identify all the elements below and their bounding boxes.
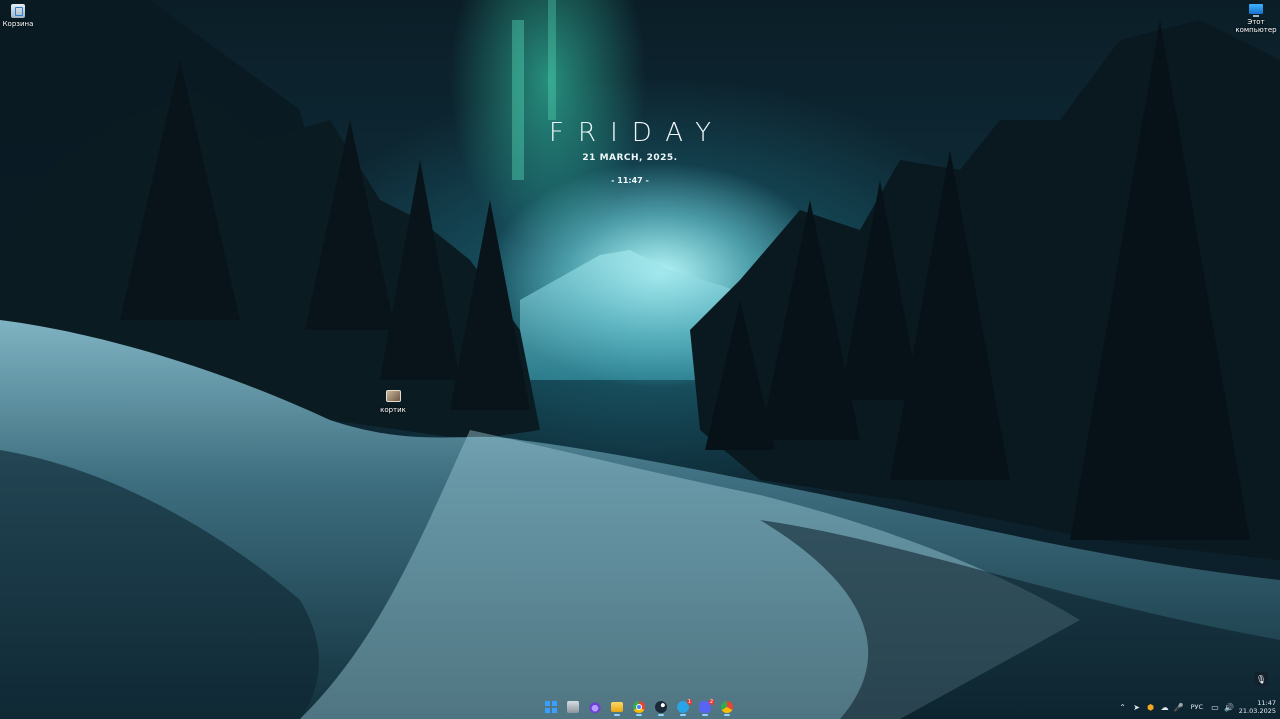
folder-icon — [611, 702, 623, 712]
tor-icon — [589, 701, 601, 713]
taskbar-tor-browser[interactable] — [585, 698, 605, 716]
task-view-icon — [567, 701, 579, 713]
tray-microphone[interactable]: 🎤 — [1172, 700, 1186, 714]
microphone-icon: 🎤 — [1173, 702, 1184, 712]
clock-widget: FRIDAY 21 MARCH, 2025. - 11:47 - — [470, 118, 790, 185]
image-file-icon — [385, 390, 401, 402]
system-tray: ⌃ ➤ ⬢ ☁ 🎤 РУС ▭ 🔊 11:47 21.03.2025 — [1116, 695, 1280, 719]
steam-icon — [655, 701, 667, 713]
desktop-icon-recycle-bin[interactable]: Корзина — [0, 4, 40, 28]
widget-date: 21 MARCH, 2025. — [582, 153, 678, 163]
tray-date: 21.03.2025 — [1238, 707, 1276, 715]
telegram-icon: ➤ — [1133, 702, 1140, 712]
desktop-icon-this-pc[interactable]: Этот компьютер — [1234, 4, 1278, 34]
notification-badge: 2 — [708, 699, 714, 705]
widget-day: FRIDAY — [549, 118, 725, 148]
tray-telegram[interactable]: ➤ — [1130, 700, 1144, 714]
windows-icon — [545, 701, 557, 713]
tray-time: 11:47 — [1257, 699, 1276, 707]
taskbar-clock[interactable]: 11:47 21.03.2025 — [1236, 699, 1280, 715]
taskbar-file-explorer[interactable] — [607, 698, 627, 716]
notification-badge: 1 — [686, 699, 692, 705]
chrome-icon — [633, 701, 645, 713]
input-language[interactable]: РУС — [1186, 703, 1208, 711]
taskbar-apps: 1 2 — [541, 698, 737, 716]
shield-icon: ⬢ — [1147, 702, 1155, 712]
chrome-icon — [721, 701, 733, 713]
desktop-icon-kortik[interactable]: кортик — [371, 390, 415, 414]
monitor-icon — [1249, 4, 1263, 17]
desktop-icon-label: Корзина — [2, 20, 34, 28]
tray-onedrive[interactable]: ☁ — [1158, 700, 1172, 714]
speaker-icon: 🔊 — [1224, 702, 1234, 712]
winter-forest-scene — [0, 0, 1280, 719]
tray-app[interactable]: ⬢ — [1144, 700, 1158, 714]
widget-time: - 11:47 - — [611, 176, 649, 185]
microphone-icon: 🎙 — [1255, 674, 1267, 684]
network-icon: ▭ — [1211, 702, 1219, 712]
tray-volume[interactable]: 🔊 — [1222, 700, 1236, 714]
voice-typing-button[interactable]: 🎙 — [1254, 672, 1268, 686]
taskbar-telegram[interactable]: 1 — [673, 698, 693, 716]
desktop-wallpaper — [0, 0, 1280, 719]
desktop-icon-label: Этот компьютер — [1235, 18, 1277, 34]
taskbar-chrome-profile[interactable] — [717, 698, 737, 716]
chevron-up-icon: ⌃ — [1119, 702, 1126, 712]
taskbar-start-button[interactable] — [541, 698, 561, 716]
recycle-bin-icon — [11, 4, 25, 18]
desktop-icon-label: кортик — [380, 406, 406, 414]
taskbar-task-view[interactable] — [563, 698, 583, 716]
show-hidden-icons-button[interactable]: ⌃ — [1116, 700, 1130, 714]
taskbar-steam[interactable] — [651, 698, 671, 716]
taskbar-chrome[interactable] — [629, 698, 649, 716]
cloud-icon: ☁ — [1160, 702, 1169, 712]
tray-network[interactable]: ▭ — [1208, 700, 1222, 714]
taskbar-discord[interactable]: 2 — [695, 698, 715, 716]
taskbar: 1 2 ⌃ ➤ ⬢ ☁ 🎤 РУС ▭ 🔊 11:47 21.03.2025 — [0, 695, 1280, 719]
